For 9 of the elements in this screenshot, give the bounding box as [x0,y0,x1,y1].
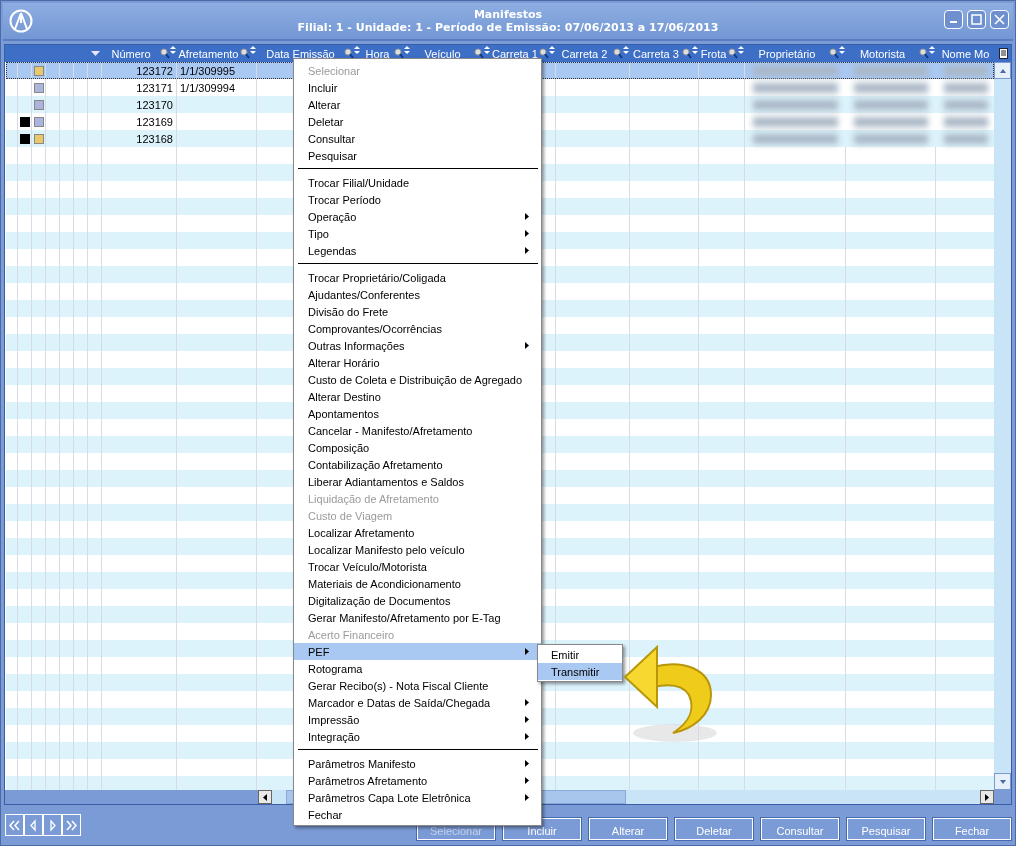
table-cell: 123169 [136,115,173,128]
table-cell: 123170 [136,98,173,111]
table-cell: 1/1/309994 [180,81,236,94]
table-cell: 1/1/309995 [180,64,236,77]
table-cell: 123172 [136,64,173,77]
window-title: Manifestos [473,8,543,21]
table-cell: 123171 [136,81,173,94]
window-subtitle: Filial: 1 - Unidade: 1 - Período de Emissão: 07/06/2013 a 17/06/2013 [297,21,719,34]
table-cell: 123168 [136,132,173,145]
